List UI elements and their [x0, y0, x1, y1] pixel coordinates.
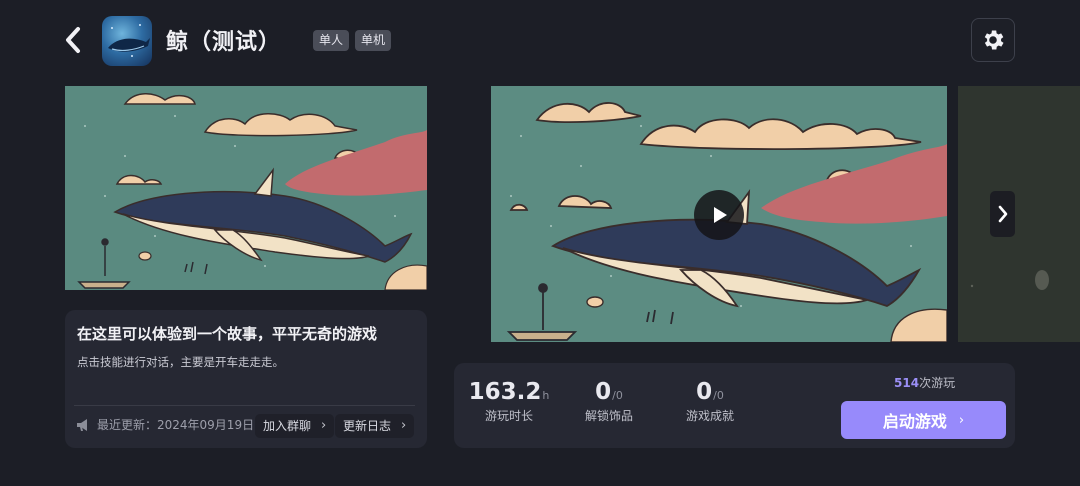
play-icon: [714, 207, 727, 223]
playtime-unit: h: [542, 389, 550, 402]
gear-icon: [984, 30, 1004, 50]
back-button[interactable]: [58, 22, 88, 58]
join-group-button[interactable]: 加入群聊 ›: [255, 414, 335, 438]
description-title: 在这里可以体验到一个故事，平平无奇的游戏: [77, 325, 378, 343]
page-title: 鲸（测试）: [166, 30, 282, 55]
changelog-button[interactable]: 更新日志 ›: [335, 414, 415, 438]
play-count-suffix: 次游玩: [919, 376, 956, 390]
play-count: 514次游玩: [894, 374, 955, 391]
last-update-row: 最近更新：2024年09月19日: [75, 416, 254, 433]
playtime-label: 游玩时长: [484, 409, 533, 423]
items-value: 0: [595, 379, 612, 405]
game-screenshot-1[interactable]: [65, 86, 427, 290]
stat-playtime: 163.2h 游玩时长: [468, 379, 550, 424]
changelog-label: 更新日志: [343, 419, 392, 433]
last-update-text: 最近更新：2024年09月19日: [97, 418, 255, 432]
stat-items: 0/0 解锁饰品: [578, 379, 640, 424]
tag-single-player: 单人: [313, 30, 350, 51]
stats-card: 163.2h 游玩时长 0/0 解锁饰品 0/0 游戏成就 514次游玩 启动游…: [454, 363, 1015, 448]
items-label: 解锁饰品: [584, 409, 633, 423]
join-group-label: 加入群聊: [263, 419, 312, 433]
achievements-unit: /0: [713, 389, 724, 402]
play-button[interactable]: [694, 190, 744, 240]
chevron-right-icon: ›: [958, 412, 965, 428]
launch-game-label: 启动游戏: [882, 412, 947, 431]
achievements-label: 游戏成就: [685, 409, 734, 423]
settings-button[interactable]: [971, 18, 1015, 62]
app-icon: [102, 16, 152, 66]
next-screenshot-button[interactable]: [990, 191, 1015, 237]
launch-game-button[interactable]: 启动游戏 ›: [841, 401, 1006, 439]
megaphone-icon: [77, 418, 87, 431]
achievements-value: 0: [696, 379, 713, 405]
playtime-value: 163.2: [468, 379, 542, 405]
stat-achievements: 0/0 游戏成就: [679, 379, 741, 424]
tag-offline: 单机: [355, 30, 392, 51]
chevron-right-icon: [998, 205, 1007, 223]
description-card: 在这里可以体验到一个故事，平平无奇的游戏 点击技能进行对话，主要是开车走走走。 …: [65, 310, 427, 448]
play-count-number: 514: [894, 376, 920, 390]
items-unit: /0: [612, 389, 623, 402]
chevron-right-icon: ›: [401, 418, 407, 433]
description-subtitle: 点击技能进行对话，主要是开车走走走。: [77, 355, 284, 369]
divider: [74, 405, 415, 406]
chevron-right-icon: ›: [321, 418, 327, 433]
chevron-left-icon: [66, 27, 80, 53]
game-screenshot-3[interactable]: [958, 86, 1080, 342]
